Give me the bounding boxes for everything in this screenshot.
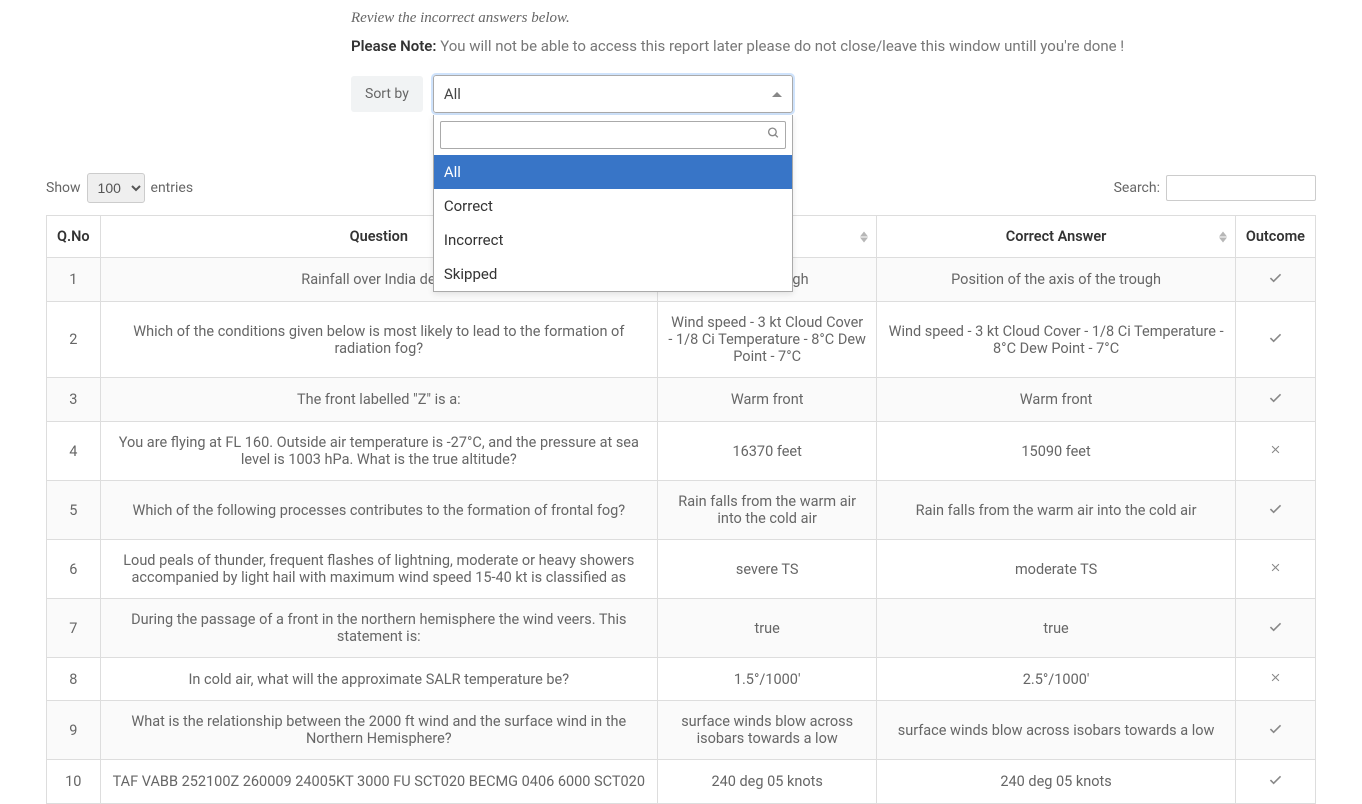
cross-icon xyxy=(1269,442,1282,460)
check-icon xyxy=(1268,722,1283,740)
header-qno[interactable]: Q.No xyxy=(47,216,101,258)
cell-correct-answer: Warm front xyxy=(877,378,1236,422)
cell-question: During the passage of a front in the nor… xyxy=(100,599,657,658)
dropdown-option-skipped[interactable]: Skipped xyxy=(434,257,792,291)
cell-qno: 7 xyxy=(47,599,101,658)
show-entries: Show 100 entries xyxy=(46,173,193,203)
cell-correct-answer: Position of the axis of the trough xyxy=(877,258,1236,302)
cross-icon xyxy=(1269,560,1282,578)
cell-outcome xyxy=(1235,599,1315,658)
cell-question: You are flying at FL 160. Outside air te… xyxy=(100,422,657,481)
cell-question: The front labelled "Z" is a: xyxy=(100,378,657,422)
table-row: 4You are flying at FL 160. Outside air t… xyxy=(47,422,1316,481)
table-row: 7During the passage of a front in the no… xyxy=(47,599,1316,658)
cell-correct-answer: 2.5°/1000' xyxy=(877,658,1236,701)
please-note-label: Please Note: xyxy=(351,37,436,55)
cell-question: Which of the conditions given below is m… xyxy=(100,302,657,378)
cell-qno: 8 xyxy=(47,658,101,701)
cell-your-answer: 1.5°/1000' xyxy=(658,658,877,701)
table-row: 9What is the relationship between the 20… xyxy=(47,701,1316,760)
search-box: Search: xyxy=(1114,175,1316,201)
cell-outcome xyxy=(1235,481,1315,540)
table-row: 6Loud peals of thunder, frequent flashes… xyxy=(47,540,1316,599)
cell-outcome xyxy=(1235,701,1315,760)
results-table: Q.No Question wer Correct Answer Outcome… xyxy=(46,215,1316,804)
table-row: 3The front labelled "Z" is a:Warm frontW… xyxy=(47,378,1316,422)
dropdown-search-input[interactable] xyxy=(440,121,786,149)
sort-by-selected: All xyxy=(444,85,461,103)
cell-question: In cold air, what will the approximate S… xyxy=(100,658,657,701)
cell-outcome xyxy=(1235,378,1315,422)
cell-your-answer: surface winds blow across isobars toward… xyxy=(658,701,877,760)
sort-by-label: Sort by xyxy=(351,76,423,112)
please-note-text: You will not be able to access this repo… xyxy=(436,37,1124,55)
cell-qno: 10 xyxy=(47,760,101,804)
cell-outcome xyxy=(1235,422,1315,481)
entries-label: entries xyxy=(151,180,194,196)
cell-qno: 5 xyxy=(47,481,101,540)
show-label: Show xyxy=(46,180,81,196)
search-input[interactable] xyxy=(1166,175,1316,201)
dropdown-search-wrap xyxy=(434,115,792,155)
cell-correct-answer: 240 deg 05 knots xyxy=(877,760,1236,804)
cell-your-answer: true xyxy=(658,599,877,658)
cell-your-answer: 240 deg 05 knots xyxy=(658,760,877,804)
header-correct-answer[interactable]: Correct Answer xyxy=(877,216,1236,258)
check-icon xyxy=(1268,620,1283,638)
header-outcome[interactable]: Outcome xyxy=(1235,216,1315,258)
cell-question: Which of the following processes contrib… xyxy=(100,481,657,540)
cell-correct-answer: Rain falls from the warm air into the co… xyxy=(877,481,1236,540)
table-row: 10TAF VABB 252100Z 260009 24005KT 3000 F… xyxy=(47,760,1316,804)
dropdown-option-incorrect[interactable]: Incorrect xyxy=(434,223,792,257)
cell-qno: 1 xyxy=(47,258,101,302)
check-icon xyxy=(1268,773,1283,791)
cell-qno: 9 xyxy=(47,701,101,760)
cell-correct-answer: Wind speed - 3 kt Cloud Cover - 1/8 Ci T… xyxy=(877,302,1236,378)
sort-dropdown-panel: All Correct Incorrect Skipped xyxy=(433,115,793,292)
table-row: 5Which of the following processes contri… xyxy=(47,481,1316,540)
check-icon xyxy=(1268,331,1283,349)
dropdown-option-all[interactable]: All xyxy=(434,155,792,189)
cell-correct-answer: true xyxy=(877,599,1236,658)
please-note: Please Note: You will not be able to acc… xyxy=(351,37,1316,55)
cell-qno: 3 xyxy=(47,378,101,422)
cell-correct-answer: moderate TS xyxy=(877,540,1236,599)
cell-correct-answer: surface winds blow across isobars toward… xyxy=(877,701,1236,760)
cell-outcome xyxy=(1235,760,1315,804)
cell-question: Loud peals of thunder, frequent flashes … xyxy=(100,540,657,599)
search-label: Search: xyxy=(1114,180,1160,196)
cell-outcome xyxy=(1235,658,1315,701)
cell-your-answer: Wind speed - 3 kt Cloud Cover - 1/8 Ci T… xyxy=(658,302,877,378)
sort-by-select[interactable]: All xyxy=(433,75,793,113)
sort-arrows-icon xyxy=(1219,231,1227,242)
cell-qno: 4 xyxy=(47,422,101,481)
entries-select[interactable]: 100 xyxy=(87,173,145,203)
cell-qno: 2 xyxy=(47,302,101,378)
sort-arrows-icon xyxy=(860,231,868,242)
cell-outcome xyxy=(1235,540,1315,599)
cell-qno: 6 xyxy=(47,540,101,599)
review-instruction: Review the incorrect answers below. xyxy=(351,10,1316,27)
cell-question: TAF VABB 252100Z 260009 24005KT 3000 FU … xyxy=(100,760,657,804)
cell-your-answer: Warm front xyxy=(658,378,877,422)
check-icon xyxy=(1268,502,1283,520)
cell-your-answer: Rain falls from the warm air into the co… xyxy=(658,481,877,540)
cell-your-answer: severe TS xyxy=(658,540,877,599)
check-icon xyxy=(1268,271,1283,289)
table-row: 2Which of the conditions given below is … xyxy=(47,302,1316,378)
dropdown-option-correct[interactable]: Correct xyxy=(434,189,792,223)
cell-correct-answer: 15090 feet xyxy=(877,422,1236,481)
cell-question: What is the relationship between the 200… xyxy=(100,701,657,760)
cell-your-answer: 16370 feet xyxy=(658,422,877,481)
cell-outcome xyxy=(1235,302,1315,378)
chevron-up-icon xyxy=(772,92,782,97)
check-icon xyxy=(1268,391,1283,409)
cell-outcome xyxy=(1235,258,1315,302)
table-row: 8In cold air, what will the approximate … xyxy=(47,658,1316,701)
cross-icon xyxy=(1269,670,1282,688)
